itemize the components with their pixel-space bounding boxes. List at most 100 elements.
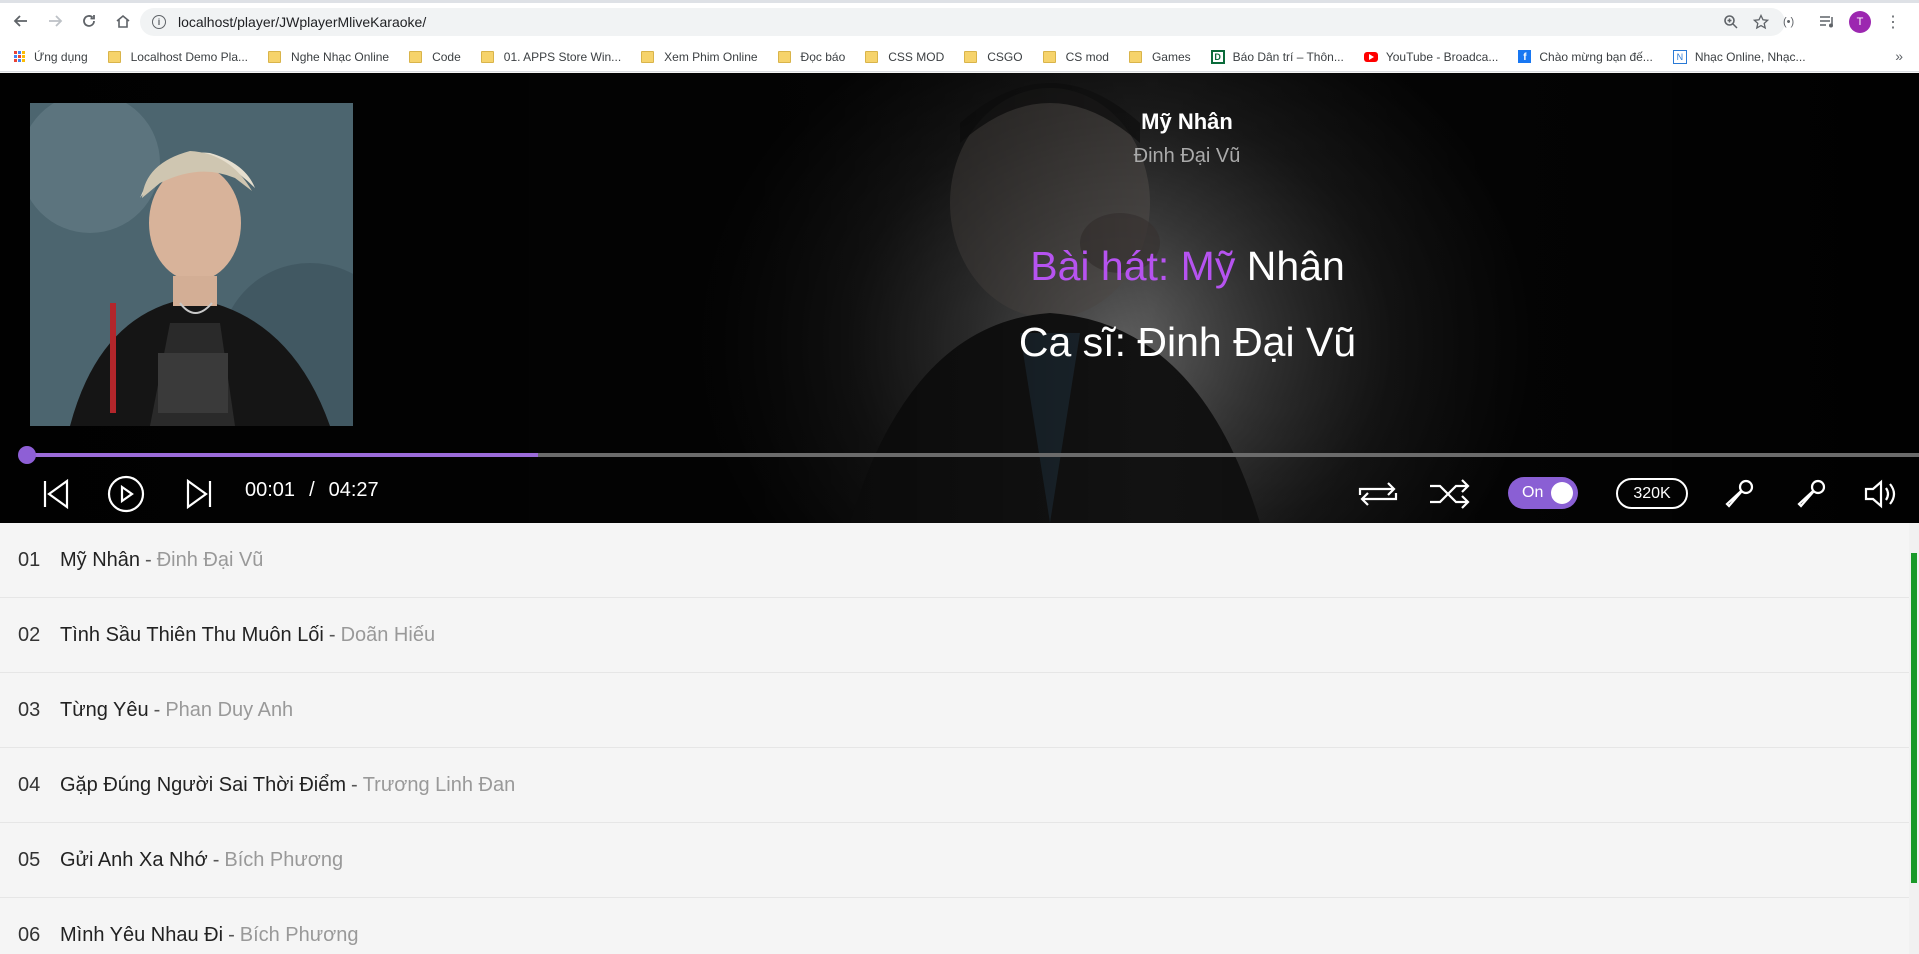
bookmark-label: CSS MOD [888,49,945,64]
bookmark-label: CSGO [987,49,1023,64]
folder-icon [641,50,655,63]
time-display: 00:01 / 04:27 [245,479,379,502]
track-artist: Phan Duy Anh [165,698,294,721]
bookmark-item[interactable]: f Chào mừng bạn đế... [1518,50,1653,64]
playlist-row[interactable]: 02 Tình Sầu Thiên Thu Muôn Lối - Doãn Hiếu [0,598,1909,673]
play-button[interactable] [106,473,146,515]
youtube-icon [1363,51,1378,62]
bookmark-item[interactable]: Localhost Demo Pla... [107,50,248,64]
bookmark-label: YouTube - Broadca... [1385,49,1499,64]
playlist-row[interactable]: 04 Gặp Đúng Người Sai Thời Điểm - Trương Li… [0,748,1909,823]
home-icon[interactable] [110,8,136,34]
zoom-icon[interactable] [1723,14,1739,30]
playlist-row[interactable]: 03 Từng Yêu - Phan Duy Anh [0,673,1909,748]
profile-avatar[interactable]: T [1849,11,1871,33]
scrollbar-thumb[interactable] [1911,553,1917,883]
folder-icon [480,50,494,63]
menu-kebab-icon[interactable]: ⋮ [1885,12,1901,32]
bookmark-item[interactable]: Ứng dụng [14,50,88,64]
mic-button-2[interactable] [1794,473,1830,515]
address-bar[interactable]: i localhost/player/JWplayerMliveKaraoke/ [140,8,1785,36]
folder-icon [964,50,978,63]
playlist-row[interactable]: 05 Gửi Anh Xa Nhớ - Bích Phương [0,823,1909,898]
repeat-icon [1358,482,1398,506]
cast-icon[interactable]: (•) [1783,16,1805,28]
play-icon [107,475,145,513]
bookmark-item[interactable]: Code [409,50,461,64]
back-icon[interactable] [8,8,34,34]
dantri-icon: D [1210,49,1225,64]
repeat-button[interactable] [1353,473,1403,515]
bookmark-item[interactable]: CSS MOD [865,50,944,64]
playlist: 01 Mỹ Nhân - Đinh Đại Vũ 02 Tình Sầu Thiên Th… [0,523,1909,954]
bookmark-item[interactable]: CS mod [1042,50,1109,64]
bookmark-label: Ứng dụng [34,49,88,64]
reload-icon[interactable] [76,8,102,34]
mic-button-1[interactable] [1722,473,1758,515]
track-title: Tình Sầu Thiên Thu Muôn Lối [60,623,324,646]
site-info-icon[interactable]: i [152,15,166,29]
bookmark-item[interactable]: Games [1128,49,1191,64]
volume-icon [1864,479,1896,509]
shuffle-icon [1430,479,1470,509]
bookmark-item[interactable]: D Báo Dân trí – Thôn... [1210,49,1344,64]
folder-icon [777,50,791,63]
album-cover [30,103,353,426]
seek-bar[interactable] [18,446,1919,464]
bookmark-item[interactable]: Nghe Nhạc Online [268,50,389,64]
bookmark-label: Games [1151,49,1191,64]
shuffle-button[interactable] [1427,473,1473,515]
next-track-button[interactable] [181,473,217,515]
bookmark-item[interactable]: Đọc báo [777,49,846,64]
track-number: 02 [18,623,41,646]
lyric-line-next: Ca sĩ: Đinh Đại Vũ [1018,319,1357,365]
bookmark-label: Xem Phim Online [664,49,758,64]
current-time: 00:01 [245,479,296,501]
karaoke-toggle[interactable]: On [1508,477,1578,509]
bookmark-star-icon[interactable] [1753,14,1769,30]
track-title: Mỹ Nhân [60,548,141,571]
volume-button[interactable] [1862,473,1898,515]
seek-bar-played [27,453,538,457]
track-artist: Doãn Hiếu [340,623,436,646]
track-artist: Bích Phương [239,923,359,946]
track-title: Từng Yêu [60,698,149,721]
bookmark-item[interactable]: N Nhạc Online, Nhạc... [1672,49,1806,64]
folder-icon [107,50,121,63]
url-text[interactable]: localhost/player/JWplayerMliveKaraoke/ [178,14,426,30]
bookmark-label: Đọc báo [800,49,846,64]
toolbar-icons: (•) T ⋮ [1723,8,1901,36]
track-separator: - [153,698,161,721]
bookmark-item[interactable]: YouTube - Broadca... [1363,49,1499,64]
bookmark-label: Nghe Nhạc Online [291,49,390,64]
track-artist: Đinh Đại Vũ [156,548,264,571]
nhaccuatui-icon: N [1672,49,1687,64]
bookmark-label: Nhạc Online, Nhạc... [1694,49,1806,64]
playlist-row[interactable]: 01 Mỹ Nhân - Đinh Đại Vũ [0,523,1909,598]
playlist-scrollbar[interactable] [1909,523,1919,954]
folder-icon [865,50,879,63]
previous-track-button[interactable] [38,473,74,515]
seek-bar-handle[interactable] [18,446,36,464]
microphone-icon [1797,479,1826,508]
track-separator: - [351,773,358,796]
forward-icon[interactable] [42,8,68,34]
track-title: Mình Yêu Nhau Đi [60,923,224,946]
track-number: 06 [18,923,41,946]
bookmark-item[interactable]: 01. APPS Store Win... [480,50,621,64]
quality-button[interactable]: 320K [1616,478,1688,509]
bookmarks-overflow-icon[interactable]: » [1895,48,1903,64]
toggle-knob [1551,482,1573,504]
folder-icon [1128,50,1142,63]
bookmark-item[interactable]: Xem Phim Online [641,49,758,64]
bookmark-item[interactable]: CSGO [964,49,1023,64]
track-separator: - [228,923,235,946]
track-number: 04 [18,773,41,796]
folder-icon [1042,50,1056,63]
media-control-icon[interactable] [1819,14,1835,30]
apps-icon [14,50,26,63]
time-separator: / [309,479,315,501]
playlist-row[interactable]: 06 Mình Yêu Nhau Đi - Bích Phương [0,898,1909,954]
duration: 04:27 [328,479,379,501]
track-artist: Bích Phương [224,848,344,871]
